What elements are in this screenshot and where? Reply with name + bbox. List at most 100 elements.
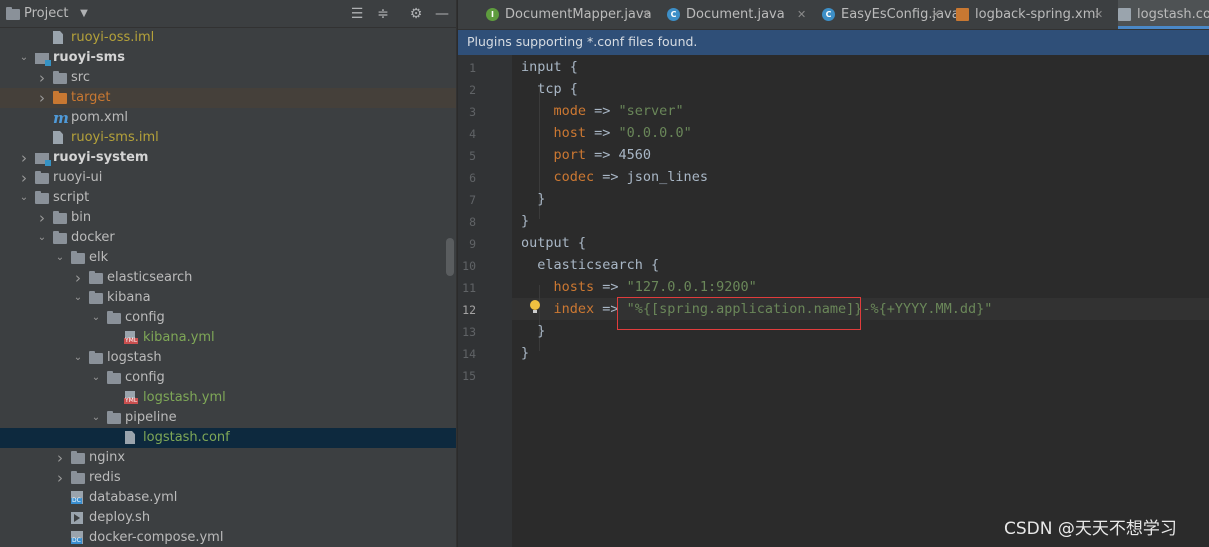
chevron-right-icon[interactable]: › xyxy=(18,148,30,168)
code-line[interactable]: output { xyxy=(521,232,586,254)
tree-item[interactable]: ⌄ config xyxy=(0,308,456,328)
editor-tab[interactable]: C Document.java ✕ xyxy=(667,0,811,29)
tree-item[interactable]: logstash.yml xyxy=(0,388,456,408)
tree-item[interactable]: database.yml xyxy=(0,488,456,508)
code-line[interactable]: hosts => "127.0.0.1:9200" xyxy=(521,276,757,298)
collapse-all-icon[interactable]: ≑ xyxy=(373,4,393,24)
tree-item-label: script xyxy=(53,190,90,205)
tree-item-label: kibana.yml xyxy=(143,330,215,345)
folder-icon xyxy=(53,211,67,224)
tree-item[interactable]: ⌄ script xyxy=(0,188,456,208)
code-line[interactable]: } xyxy=(521,210,529,232)
code-line[interactable]: host => "0.0.0.0" xyxy=(521,122,692,144)
chevron-down-icon[interactable]: ⌄ xyxy=(18,48,30,68)
gear-icon[interactable]: ⚙ xyxy=(406,4,426,24)
code-line[interactable]: tcp { xyxy=(521,78,578,100)
tree-item[interactable]: › src xyxy=(0,68,456,88)
code-line[interactable]: port => 4560 xyxy=(521,144,652,166)
folder-icon xyxy=(35,171,49,184)
chevron-right-icon[interactable]: › xyxy=(36,68,48,88)
tree-item[interactable]: ruoyi-oss.iml xyxy=(0,28,456,48)
project-panel: Project ▼ ☰ ≑ ⚙ — ruoyi-oss.iml ⌄ ruoyi-sm… xyxy=(0,0,456,547)
line-number: 8 xyxy=(469,215,476,229)
xml-file-icon xyxy=(956,8,969,21)
chevron-right-icon[interactable]: › xyxy=(54,448,66,468)
tree-item[interactable]: › elasticsearch xyxy=(0,268,456,288)
tree-item[interactable]: › nginx xyxy=(0,448,456,468)
code-line[interactable]: } xyxy=(521,342,529,364)
code-line[interactable]: mode => "server" xyxy=(521,100,684,122)
chevron-right-icon[interactable]: › xyxy=(18,168,30,188)
tree-item[interactable]: kibana.yml xyxy=(0,328,456,348)
panel-divider[interactable] xyxy=(456,0,457,547)
tree-item[interactable]: › ruoyi-system xyxy=(0,148,456,168)
chevron-down-icon[interactable]: ⌄ xyxy=(18,188,30,208)
line-number: 7 xyxy=(469,193,476,207)
chevron-down-icon[interactable]: ▼ xyxy=(74,4,94,24)
code-token: tcp { xyxy=(521,81,578,97)
tree-item[interactable]: › redis xyxy=(0,468,456,488)
code-line[interactable]: elasticsearch { xyxy=(521,254,659,276)
tree-item[interactable]: ⌄ kibana xyxy=(0,288,456,308)
chevron-down-icon[interactable]: ⌄ xyxy=(90,308,102,328)
tree-item[interactable]: docker-compose.yml xyxy=(0,528,456,547)
tree-item[interactable]: › ruoyi-ui xyxy=(0,168,456,188)
tree-item[interactable]: ⌄ logstash xyxy=(0,348,456,368)
annotation-highlight-box xyxy=(617,297,861,330)
chevron-right-icon[interactable]: › xyxy=(72,268,84,288)
chevron-down-icon[interactable]: ⌄ xyxy=(36,228,48,248)
project-view-selector[interactable]: Project xyxy=(24,6,68,21)
line-number: 1 xyxy=(469,61,476,75)
editor-tab[interactable]: logstash.con xyxy=(1118,0,1209,29)
line-number: 3 xyxy=(469,105,476,119)
chevron-down-icon[interactable]: ⌄ xyxy=(72,288,84,308)
editor-tab-label: logstash.con xyxy=(1137,7,1209,22)
tree-item[interactable]: ⌄ config xyxy=(0,368,456,388)
code-line[interactable]: } xyxy=(521,320,545,342)
code-token: => xyxy=(594,279,627,295)
folder-icon xyxy=(53,71,67,84)
code-editor[interactable]: 1 2 3 4 5 6 7 8 9 10 11 12 13 14 15 input { tcp { mode… xyxy=(458,55,1209,547)
class-icon: C xyxy=(667,8,680,21)
tree-item[interactable]: ruoyi-sms.iml xyxy=(0,128,456,148)
close-icon[interactable]: ✕ xyxy=(797,0,806,29)
tree-item[interactable]: ⌄ pipeline xyxy=(0,408,456,428)
chevron-down-icon[interactable]: ⌄ xyxy=(72,348,84,368)
chevron-down-icon[interactable]: ⌄ xyxy=(90,408,102,428)
code-line[interactable]: codec => json_lines xyxy=(521,166,708,188)
tree-item[interactable]: deploy.sh xyxy=(0,508,456,528)
expand-all-icon[interactable]: ☰ xyxy=(347,4,367,24)
tree-item[interactable]: m pom.xml xyxy=(0,108,456,128)
close-icon[interactable]: ✕ xyxy=(1094,0,1103,29)
editor-tab[interactable]: logback-spring.xml ✕ xyxy=(956,0,1108,29)
tree-item[interactable]: ⌄ ruoyi-sms xyxy=(0,48,456,68)
editor-tab[interactable]: C EasyEsConfig.java ✕ xyxy=(822,0,960,29)
tree-item[interactable]: logstash.conf xyxy=(0,428,456,448)
code-line[interactable]: } xyxy=(521,188,545,210)
tree-item[interactable]: ⌄ docker xyxy=(0,228,456,248)
tree-item-label: ruoyi-sms.iml xyxy=(71,130,159,145)
tree-item[interactable]: › bin xyxy=(0,208,456,228)
project-scrollbar[interactable] xyxy=(446,238,454,276)
tree-item-label: pom.xml xyxy=(71,110,128,125)
editor-tab[interactable]: I DocumentMapper.java ✕ xyxy=(486,0,656,29)
chevron-down-icon[interactable]: ⌄ xyxy=(90,368,102,388)
code-token: output { xyxy=(521,235,587,251)
chevron-down-icon[interactable]: ⌄ xyxy=(54,248,66,268)
close-icon[interactable]: ✕ xyxy=(642,0,651,29)
chevron-right-icon[interactable]: › xyxy=(36,88,48,108)
tree-item[interactable]: › target xyxy=(0,88,456,108)
code-token: port xyxy=(521,147,587,163)
chevron-right-icon[interactable]: › xyxy=(36,208,48,228)
code-token: host xyxy=(521,125,587,141)
minimize-icon[interactable]: — xyxy=(432,4,452,24)
close-icon[interactable]: ✕ xyxy=(931,0,940,29)
tree-item[interactable]: ⌄ elk xyxy=(0,248,456,268)
lightbulb-icon[interactable] xyxy=(530,300,540,314)
chevron-right-icon[interactable]: › xyxy=(54,468,66,488)
project-icon xyxy=(6,7,20,20)
editor-tab-bar: I DocumentMapper.java ✕ C Document.java ✕ C Eas… xyxy=(458,0,1209,30)
tree-item-label: deploy.sh xyxy=(89,510,151,525)
code-line[interactable]: input { xyxy=(521,56,578,78)
code-token: } xyxy=(521,345,530,361)
